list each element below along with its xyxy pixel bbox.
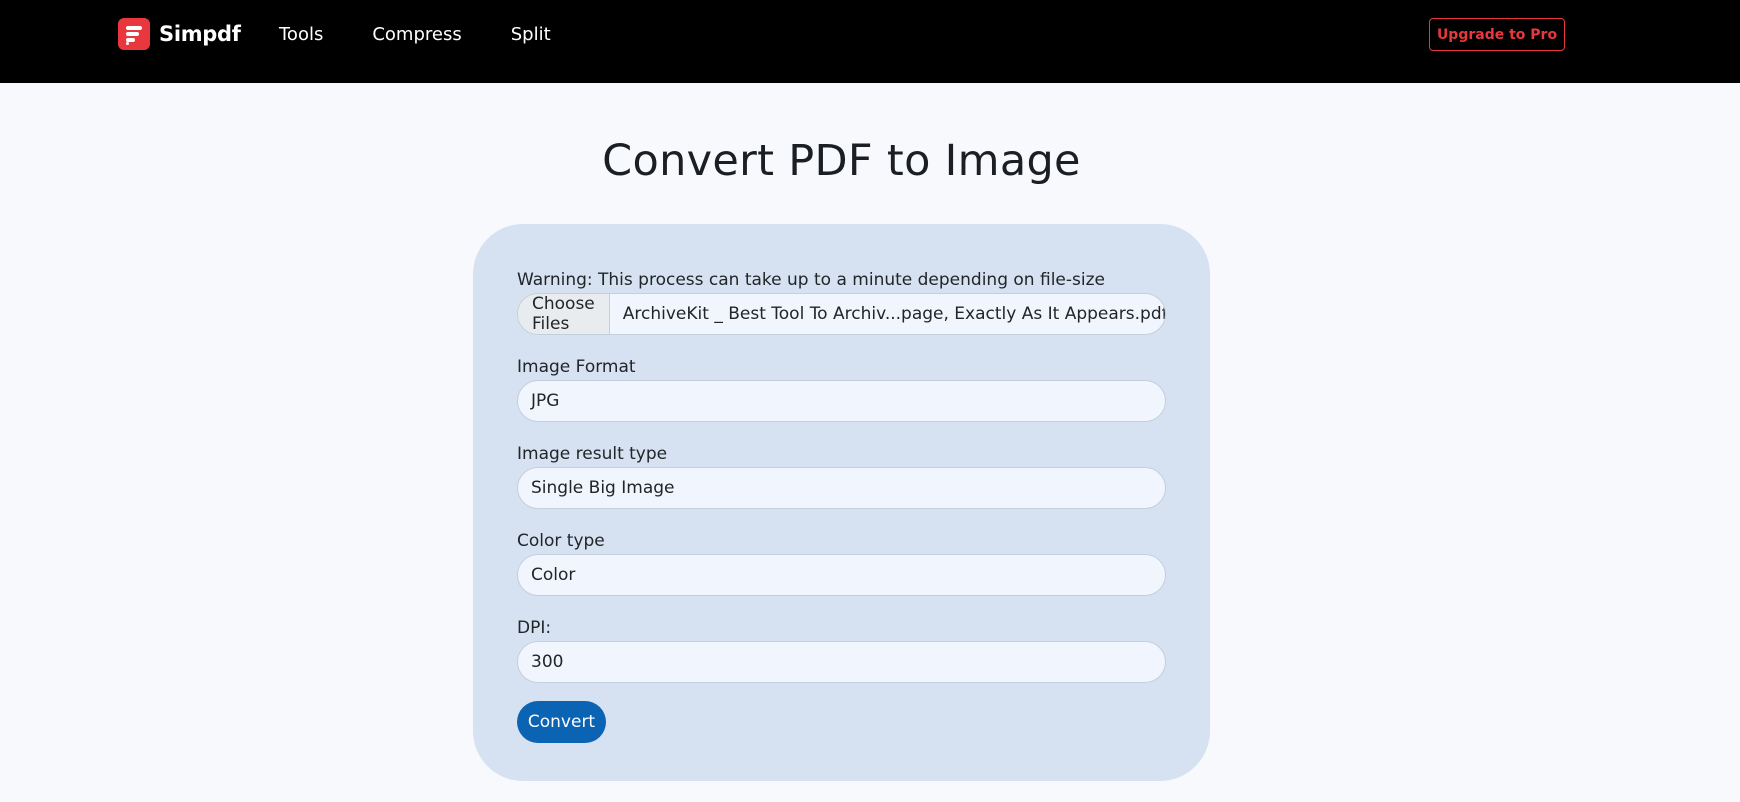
file-size-warning: Warning: This process can take up to a m… [517,270,1105,290]
brand-link[interactable]: Simpdf [118,18,241,50]
top-navbar: Simpdf Tools Compress Split Upgrade to P… [0,0,1740,83]
nav-link-compress[interactable]: Compress [372,22,461,48]
dpi-label: DPI: [517,618,552,638]
nav-link-split[interactable]: Split [511,22,551,48]
color-type-select[interactable]: Color [517,554,1166,596]
image-result-type-label: Image result type [517,444,668,464]
image-format-select[interactable]: JPG [517,380,1166,422]
dpi-input[interactable]: 300 [517,641,1166,683]
brand-name: Simpdf [159,22,241,46]
selected-file-name: ArchiveKit _ Best Tool To Archiv...page,… [622,304,1166,324]
file-upload-input[interactable]: Choose Files ArchiveKit _ Best Tool To A… [517,293,1166,335]
color-type-label: Color type [517,531,605,551]
nav-links: Tools Compress Split [279,22,600,48]
convert-form-card: Warning: This process can take up to a m… [473,224,1210,781]
image-result-type-select[interactable]: Single Big Image [517,467,1166,509]
choose-files-button[interactable]: Choose Files [518,294,610,334]
page-title: Convert PDF to Image [602,136,1081,186]
simpdf-logo-icon [118,18,150,50]
nav-link-tools[interactable]: Tools [279,22,323,48]
convert-button[interactable]: Convert [517,701,606,743]
image-format-label: Image Format [517,357,636,377]
upgrade-to-pro-button[interactable]: Upgrade to Pro [1429,18,1565,51]
